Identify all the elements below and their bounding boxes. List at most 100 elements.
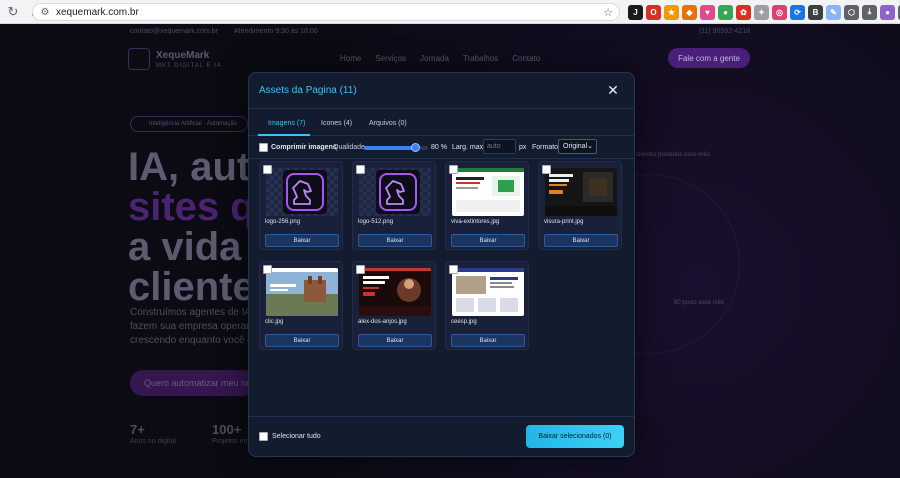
stat-value-1: 7+ bbox=[130, 422, 145, 437]
ext-12-icon[interactable]: ✎ bbox=[826, 4, 841, 20]
asset-checkbox[interactable] bbox=[356, 165, 365, 174]
download-icon[interactable]: ⤓ bbox=[862, 4, 877, 20]
site-menu-item: Trabalhos bbox=[462, 54, 499, 63]
asset-thumbnail bbox=[452, 168, 524, 216]
contact-cta-button: Fale com a gente bbox=[668, 48, 750, 68]
hero-button: Quero automatizar meu ne bbox=[130, 370, 256, 396]
ext-10-icon[interactable]: ⟳ bbox=[790, 4, 805, 20]
site-logo-name: XequeMark bbox=[156, 50, 210, 61]
bookmark-star-icon[interactable]: ☆ bbox=[603, 6, 613, 19]
modal-title: Assets da Pagina (11) bbox=[259, 85, 357, 96]
asset-card: ceesp.jpg Baixar bbox=[445, 261, 529, 350]
ext-4-icon[interactable]: ◆ bbox=[682, 4, 697, 20]
format-select[interactable]: Original ⌄ bbox=[558, 139, 597, 154]
extensions-bar: JO★◆♥●✿✦◎⟳B✎⬡⤓●⋮ bbox=[628, 3, 900, 21]
select-all-label: Selecionar tudo bbox=[272, 433, 321, 440]
asset-download-button[interactable]: Baixar bbox=[451, 334, 525, 347]
format-label: Formato bbox=[532, 144, 559, 151]
asset-filename: logo-256.png bbox=[265, 219, 301, 225]
site-menu-item: Serviços bbox=[375, 54, 407, 63]
stat-bubble-1: clientes postados esse mês bbox=[636, 152, 710, 158]
topbar-email: contato@xequemark.com.br bbox=[130, 28, 219, 35]
quality-slider[interactable] bbox=[364, 143, 428, 152]
ext-9-icon[interactable]: ◎ bbox=[772, 4, 787, 20]
tab-files[interactable]: Arquivos (0) bbox=[369, 120, 407, 127]
asset-checkbox[interactable] bbox=[356, 265, 365, 274]
ext-1-icon[interactable]: J bbox=[628, 4, 643, 20]
topbar-phone: (11) 96592-4218 bbox=[698, 28, 750, 35]
asset-thumbnail bbox=[266, 168, 338, 216]
site-menu-item: Contato bbox=[512, 54, 541, 63]
asset-thumbnail bbox=[359, 268, 431, 316]
ext-2-icon[interactable]: O bbox=[646, 4, 661, 20]
chevron-down-icon: ⌄ bbox=[587, 143, 593, 150]
tab-icons[interactable]: Icones (4) bbox=[321, 120, 352, 127]
asset-thumbnail bbox=[452, 268, 524, 316]
ext-6-icon[interactable]: ● bbox=[718, 4, 733, 20]
ext-5-icon[interactable]: ♥ bbox=[700, 4, 715, 20]
profile-icon[interactable]: ● bbox=[880, 4, 895, 20]
browser-toolbar: ↻ ⌂ ⚙ xequemark.com.br ☆ JO★◆♥●✿✦◎⟳B✎⬡⤓●… bbox=[0, 0, 900, 24]
active-tab-indicator bbox=[258, 134, 310, 136]
asset-checkbox[interactable] bbox=[542, 165, 551, 174]
site-logo-icon bbox=[128, 48, 150, 70]
close-icon[interactable]: ✕ bbox=[605, 82, 621, 98]
download-selected-button[interactable]: Baixar selecionados (0) bbox=[526, 425, 624, 448]
site-menu-item: Home bbox=[340, 54, 362, 63]
address-bar[interactable]: ⚙ xequemark.com.br ☆ bbox=[32, 3, 620, 21]
asset-download-button[interactable]: Baixar bbox=[358, 234, 432, 247]
asset-filename: viva-extintores.jpg bbox=[451, 219, 500, 225]
max-width-label: Larg. max bbox=[452, 144, 484, 151]
asset-download-button[interactable]: Baixar bbox=[544, 234, 618, 247]
site-info-icon[interactable]: ⚙ bbox=[38, 5, 52, 19]
asset-card: logo-256.png Baixar bbox=[259, 161, 343, 250]
topbar-hours: Atendimento 9:30 às 18:00 bbox=[234, 28, 318, 35]
max-width-input[interactable] bbox=[483, 139, 516, 154]
url-text: xequemark.com.br bbox=[56, 6, 139, 18]
asset-filename: visura-print.jpg bbox=[544, 219, 584, 225]
select-all-checkbox[interactable] bbox=[259, 432, 268, 441]
stat-bubble-2: 80 posts esse mês bbox=[674, 300, 725, 306]
ext-7-icon[interactable]: ✿ bbox=[736, 4, 751, 20]
assets-modal: Assets da Pagina (11) ✕ Imagens (7) Icon… bbox=[248, 72, 635, 457]
ext-13-icon[interactable]: ⬡ bbox=[844, 4, 859, 20]
quality-value: 80 % bbox=[431, 144, 447, 151]
ext-8-icon[interactable]: ✦ bbox=[754, 4, 769, 20]
quality-label: Qualidade bbox=[333, 144, 365, 151]
asset-thumbnail bbox=[266, 268, 338, 316]
asset-download-button[interactable]: Baixar bbox=[451, 234, 525, 247]
asset-thumbnail bbox=[545, 168, 617, 216]
asset-thumbnail bbox=[359, 168, 431, 216]
hero-sub-1: Construímos agentes de IA bbox=[130, 307, 252, 318]
compress-checkbox[interactable] bbox=[259, 143, 268, 152]
asset-checkbox[interactable] bbox=[449, 165, 458, 174]
asset-card: viva-extintores.jpg Baixar bbox=[445, 161, 529, 250]
stat-label-1: Anos no digital bbox=[130, 438, 176, 445]
hero-pill: Inteligência Artificial · Automação bbox=[130, 116, 248, 132]
stat-value-2: 100+ bbox=[212, 422, 242, 437]
asset-card: visura-print.jpg Baixar bbox=[538, 161, 622, 250]
asset-filename: logo-512.png bbox=[358, 219, 394, 225]
compress-label: Comprimir imagens bbox=[271, 144, 337, 151]
asset-filename: alex-dos-anjos.jpg bbox=[358, 319, 407, 325]
asset-tabs: Imagens (7) Icones (4) Arquivos (0) bbox=[249, 109, 634, 136]
asset-card: clic.jpg Baixar bbox=[259, 261, 343, 350]
site-menu: Home Serviços Jornada Trabalhos Contato bbox=[340, 54, 540, 63]
hero-sub-2: fazem sua empresa operar bbox=[130, 321, 250, 332]
asset-download-button[interactable]: Baixar bbox=[265, 234, 339, 247]
asset-download-button[interactable]: Baixar bbox=[358, 334, 432, 347]
asset-checkbox[interactable] bbox=[449, 265, 458, 274]
ext-11-icon[interactable]: B bbox=[808, 4, 823, 20]
tab-images[interactable]: Imagens (7) bbox=[268, 120, 305, 127]
ext-3-icon[interactable]: ★ bbox=[664, 4, 679, 20]
asset-download-button[interactable]: Baixar bbox=[265, 334, 339, 347]
site-menu-item: Jornada bbox=[420, 54, 449, 63]
site-logo-tagline: MKT DIGITAL E IA bbox=[156, 63, 222, 69]
hero-sub-3: crescendo enquanto você d bbox=[130, 335, 253, 346]
asset-card: logo-512.png Baixar bbox=[352, 161, 436, 250]
asset-card: alex-dos-anjos.jpg Baixar bbox=[352, 261, 436, 350]
site-topbar: contato@xequemark.com.br Atendimento 9:3… bbox=[0, 24, 900, 40]
reload-icon[interactable]: ↻ bbox=[4, 3, 22, 21]
asset-checkbox[interactable] bbox=[263, 265, 272, 274]
asset-checkbox[interactable] bbox=[263, 165, 272, 174]
